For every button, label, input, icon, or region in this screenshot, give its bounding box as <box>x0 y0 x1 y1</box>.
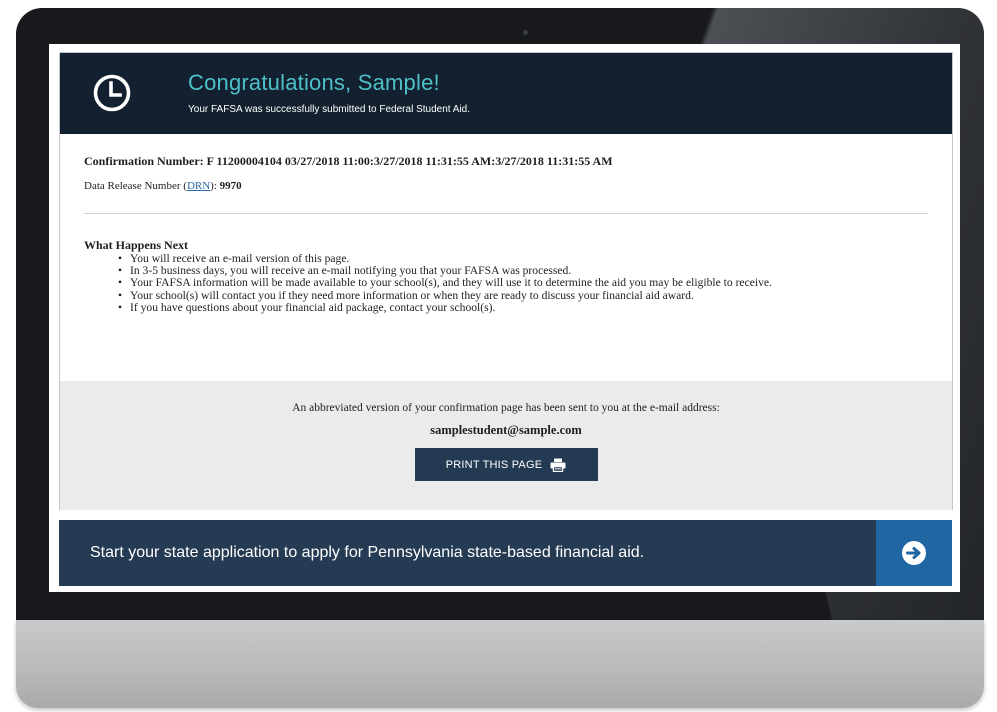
data-release-number: Data Release Number (DRN): 9970 <box>84 180 928 192</box>
print-button-label: PRINT THIS PAGE <box>445 458 543 471</box>
email-address: samplestudent@sample.com <box>430 423 582 437</box>
list-item: Your school(s) will contact you if they … <box>118 289 928 302</box>
success-banner: Congratulations, Sample! Your FAFSA was … <box>60 53 952 134</box>
drn-suffix: ): <box>210 180 217 192</box>
clock-icon <box>93 74 131 112</box>
confirmation-label: Confirmation Number: <box>84 154 204 168</box>
confirmation-details: Confirmation Number: F 11200004104 03/27… <box>60 134 952 314</box>
printer-icon <box>550 458 566 472</box>
next-steps-heading: What Happens Next <box>84 238 189 252</box>
confirmation-value: F 11200004104 03/27/2018 11:00:3/27/2018… <box>206 154 613 168</box>
divider <box>84 213 928 214</box>
email-notice-panel: An abbreviated version of your confirmat… <box>60 381 952 510</box>
next-steps-list: You will receive an e-mail version of th… <box>118 252 928 314</box>
drn-value: 9970 <box>219 180 242 192</box>
confirmation-card: Congratulations, Sample! Your FAFSA was … <box>59 52 953 510</box>
email-notice-text: An abbreviated version of your confirmat… <box>292 402 720 414</box>
drn-link[interactable]: DRN <box>187 180 210 192</box>
submission-message: Your FAFSA was successfully submitted to… <box>188 104 470 115</box>
page-title: Congratulations, Sample! <box>188 70 440 95</box>
arrow-right-circle-icon <box>902 541 926 565</box>
drn-prefix: Data Release Number ( <box>84 180 187 192</box>
screen: Congratulations, Sample! Your FAFSA was … <box>49 44 960 592</box>
monitor-chin <box>16 620 984 708</box>
state-application-text: Start your state application to apply fo… <box>90 544 645 561</box>
list-item: If you have questions about your financi… <box>118 301 928 314</box>
webcam <box>523 30 528 35</box>
state-application-link[interactable]: Start your state application to apply fo… <box>59 520 952 586</box>
state-application-arrow[interactable] <box>876 520 952 586</box>
print-page-button[interactable]: PRINT THIS PAGE <box>414 448 598 481</box>
list-item: Your FAFSA information will be made avai… <box>118 277 928 290</box>
confirmation-number: Confirmation Number: F 11200004104 03/27… <box>84 154 928 169</box>
